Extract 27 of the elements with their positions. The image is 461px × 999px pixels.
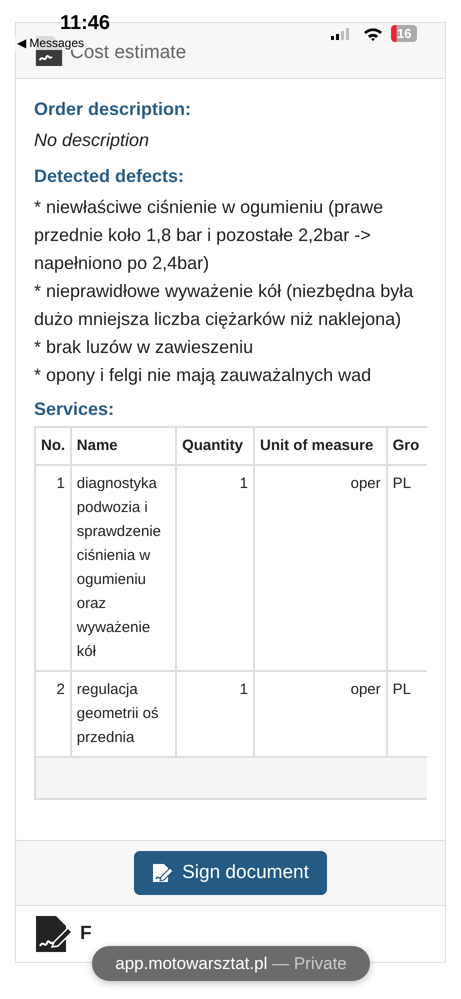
section-heading: Services: — [34, 399, 116, 420]
column-header: Gro — [386, 427, 427, 465]
url-bar[interactable]: app.motowarsztat.pl — Private — [92, 946, 370, 981]
section-text: No description — [34, 129, 150, 152]
column-header: Unit of measure — [254, 427, 387, 465]
section-heading: Order description: — [34, 99, 192, 120]
table-cell: oper — [254, 465, 387, 671]
section-text: * opony i felgi nie mają zauważalnych wad — [34, 364, 372, 387]
column-header: No. — [35, 427, 71, 465]
section-heading: Detected defects: — [34, 166, 186, 187]
card-title: F — [80, 923, 92, 945]
table-cell: 1 — [176, 465, 254, 671]
section-text: * brak luzów w zawieszeniu — [34, 336, 254, 359]
battery-icon: 16 — [391, 25, 418, 42]
table-cell: diagnostyka podwozia i sprawdzenie ciśnienia w ogumieniu oraz wyważenie kół — [70, 465, 176, 671]
column-header: Name — [70, 427, 176, 465]
section-text: * nieprawidłowe wyważenie kół (niezbędna była dużo mniejsza liczba ciężarków niż naklejona) — [34, 280, 414, 331]
wifi-icon — [363, 27, 383, 41]
sign-document-button[interactable]: Sign document — [134, 851, 327, 895]
column-header: Quantity — [176, 427, 254, 465]
table-cell: 2 — [35, 671, 71, 757]
signature-pen-icon — [152, 862, 174, 884]
signal-icon — [331, 28, 351, 40]
table-cell: 1 — [35, 465, 71, 671]
signed-document-icon — [34, 914, 74, 954]
section-text: * niewłaściwe ciśnienie w ogumieniu (prawe przednie koło 1,8 bar i pozostałe 2,2bar -> napełniono po 2,4bar) — [34, 196, 384, 275]
status-time: 11:46 — [60, 12, 110, 35]
